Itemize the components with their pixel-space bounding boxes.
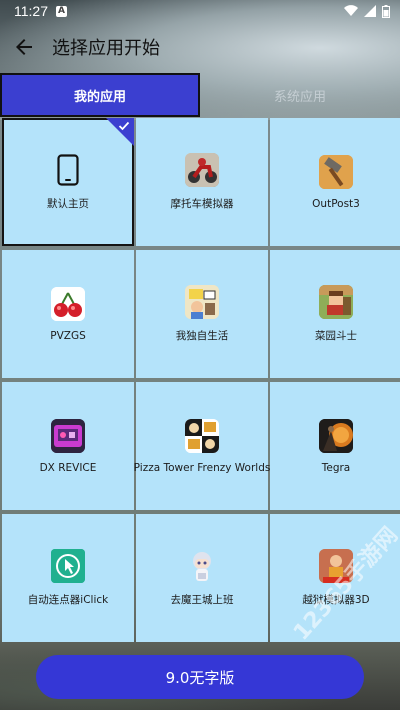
app-tile-live-alone[interactable]: 我独自生活	[136, 250, 268, 378]
app-tile-default-home[interactable]: 默认主页	[2, 118, 134, 246]
tegra-icon	[319, 418, 353, 453]
status-icons	[344, 4, 390, 18]
tab-system-apps[interactable]: 系统应用	[200, 72, 400, 118]
life-game-icon	[185, 285, 219, 319]
app-label: 去魔王城上班	[170, 594, 234, 606]
battery-icon	[382, 4, 390, 18]
auto-clicker-icon	[51, 549, 85, 583]
app-label: 摩托车模拟器	[170, 198, 234, 210]
app-tile-pvzgs[interactable]: PVZGS	[2, 250, 134, 378]
check-icon	[118, 121, 130, 131]
app-label: 默认主页	[47, 198, 89, 210]
app-label: 我独自生活	[175, 330, 229, 342]
phone-icon	[51, 153, 85, 187]
page-title: 选择应用开始	[52, 38, 160, 59]
app-label: 菜园斗士	[315, 330, 357, 342]
signal-icon	[364, 5, 376, 17]
hammer-icon	[319, 154, 353, 189]
app-tile-garden-fighter[interactable]: 菜园斗士	[270, 250, 400, 378]
app-tile-motorcycle-sim[interactable]: 摩托车模拟器	[136, 118, 268, 246]
wifi-icon	[344, 5, 358, 17]
app-label: Pizza Tower Frenzy Worlds	[133, 461, 271, 474]
app-tile-pizza-tower[interactable]: Pizza Tower Frenzy Worlds	[133, 382, 271, 510]
pizza-tower-icon	[185, 418, 219, 453]
dx-revice-icon	[51, 418, 85, 453]
app-bar: 选择应用开始	[0, 22, 400, 72]
app-label: DX REVICE	[39, 461, 97, 474]
app-tile-demon-castle-work[interactable]: 去魔王城上班	[136, 514, 268, 642]
app-label: 自动连点器iClick	[27, 594, 109, 606]
app-label: PVZGS	[50, 329, 86, 342]
tab-my-apps[interactable]: 我的应用	[0, 73, 200, 117]
app-tile-outpost3[interactable]: OutPost3	[270, 118, 400, 246]
status-bar: 11:27 A	[0, 0, 400, 22]
app-label: Tegra	[321, 461, 351, 474]
pixel-farmer-icon	[319, 285, 353, 319]
app-tile-auto-clicker[interactable]: 自动连点器iClick	[2, 514, 134, 642]
motorcycle-game-icon	[185, 153, 219, 187]
tab-bar: 我的应用 系统应用	[0, 72, 400, 118]
cherry-icon	[51, 286, 85, 321]
status-time: 11:27	[14, 3, 48, 19]
anime-girl-icon	[185, 549, 219, 583]
app-label: OutPost3	[312, 197, 360, 210]
app-tile-dx-revice[interactable]: DX REVICE	[2, 382, 134, 510]
app-tile-tegra[interactable]: Tegra	[270, 382, 400, 510]
back-arrow-icon[interactable]	[12, 35, 36, 59]
start-button[interactable]: 9.0无字版	[36, 655, 364, 699]
notification-badge: A	[56, 5, 67, 17]
